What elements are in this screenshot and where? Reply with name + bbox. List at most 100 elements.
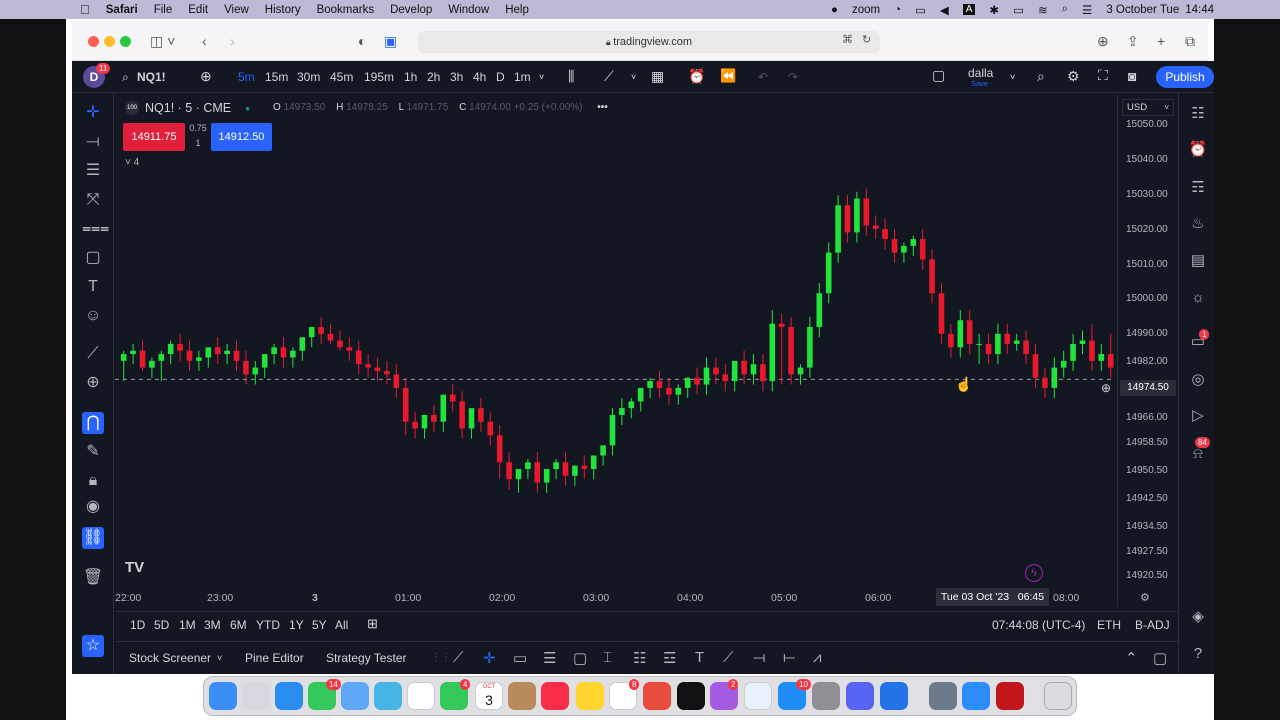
quick-search-icon[interactable]: ⌕ — [1037, 68, 1045, 85]
trash-icon[interactable] — [1044, 682, 1072, 710]
bluetooth-icon[interactable]: ✱ — [989, 3, 999, 17]
fib-retracement-icon[interactable]: ☰ — [82, 160, 104, 182]
draw-rectangle-icon[interactable]: ▢ — [573, 649, 587, 667]
range-1d[interactable]: 1D — [130, 618, 145, 632]
notes-icon[interactable] — [576, 682, 604, 710]
redo-icon[interactable]: ↷ — [788, 70, 798, 84]
control-center-icon[interactable]: ☰ — [1082, 3, 1092, 17]
time-axis[interactable]: 22:00 23:00 3 01:00 02:00 03:00 04:00 05… — [115, 588, 1178, 608]
range-5d[interactable]: 5D — [154, 618, 169, 632]
layout-name[interactable]: dalla — [968, 66, 993, 80]
wifi-icon[interactable]: ≋ — [1038, 3, 1048, 17]
draw-trend-line-icon[interactable]: ⟋ — [453, 649, 464, 666]
apple-tv-icon[interactable] — [677, 682, 705, 710]
price-axis[interactable]: USD ˅ 15050.00 15040.00 15030.00 15020.0… — [1117, 94, 1178, 607]
tab-strategy-tester[interactable]: Strategy Tester — [326, 651, 406, 665]
apple-icon[interactable]:  — [80, 2, 90, 17]
indicators-collapse[interactable]: ˅ 4 — [125, 157, 139, 168]
layout-dropdown-icon[interactable]: ˅ — [1010, 72, 1015, 82]
contacts-icon[interactable] — [508, 682, 536, 710]
calendar-icon[interactable]: ▤ — [1187, 250, 1209, 272]
share-icon[interactable]: ⇪ — [1127, 33, 1139, 50]
publish-button[interactable]: Publish — [1156, 66, 1214, 88]
system-settings-icon[interactable] — [812, 682, 840, 710]
collapse-panel-icon[interactable]: ⌃ — [1125, 649, 1138, 667]
tab-pine-editor[interactable]: Pine Editor — [245, 651, 304, 665]
emoji-icon[interactable]: ☺ — [82, 305, 104, 327]
buy-button[interactable]: 14912.50 — [211, 123, 272, 151]
interval-3h[interactable]: 3h — [450, 70, 463, 84]
screener-icon[interactable]: ▷ — [1187, 405, 1209, 427]
interval-d[interactable]: D — [496, 70, 505, 84]
battery-icon[interactable]: ▭ — [1013, 3, 1024, 17]
draw-channel-icon[interactable]: ☲ — [663, 649, 676, 667]
launchpad-icon[interactable] — [242, 682, 270, 710]
alert-icon[interactable]: ⏰ — [688, 68, 705, 85]
stock-screener-dropdown-icon[interactable]: ˅ — [217, 653, 222, 663]
trend-line-icon[interactable]: ⟞ — [82, 131, 104, 153]
draw-callout-icon[interactable]: ▭ — [513, 649, 527, 667]
tradingview-app-icon[interactable] — [880, 682, 908, 710]
interval-195m[interactable]: 195m — [364, 70, 394, 84]
stay-drawing-icon[interactable]: ✎ — [82, 441, 104, 463]
pattern-icon[interactable]: ⤧ — [82, 189, 104, 211]
record-icon[interactable]: ● — [831, 4, 838, 16]
candles-chart-type-icon[interactable]: ⫼ — [568, 68, 574, 85]
crosshair-icon[interactable]: ✛ — [82, 102, 104, 124]
minimize-window-button[interactable] — [104, 36, 115, 47]
maps-icon[interactable] — [374, 682, 402, 710]
forward-icon[interactable]: › — [230, 33, 235, 49]
reload-icon[interactable]: ↻ — [862, 33, 871, 46]
geometric-shapes-icon[interactable]: ▢ — [82, 247, 104, 269]
draw-fib-icon[interactable]: ☰ — [543, 649, 556, 667]
candlestick-plot[interactable] — [115, 94, 1117, 588]
extension-icon[interactable]: ▣ — [384, 33, 397, 50]
ideas-icon[interactable]: ☼ — [1187, 287, 1209, 309]
clock-display[interactable]: 07:44:08 (UTC-4) — [992, 618, 1085, 632]
draw-path-icon[interactable]: ⟋ — [723, 649, 734, 666]
maximize-panel-icon[interactable]: ▢ — [1153, 649, 1167, 667]
interval-1m[interactable]: 1m — [514, 70, 531, 84]
remove-drawings-icon[interactable]: 🗑︎ — [82, 567, 104, 589]
finder-icon[interactable] — [209, 682, 237, 710]
range-6m[interactable]: 6M — [230, 618, 247, 632]
powerpoint-icon[interactable] — [643, 682, 671, 710]
range-1m[interactable]: 1M — [179, 618, 196, 632]
menubar-date[interactable]: 3 October Tue — [1106, 4, 1179, 16]
symbol-search-button[interactable]: NQ1! — [137, 70, 166, 84]
new-tab-icon[interactable]: + — [1157, 33, 1165, 49]
currency-select[interactable]: USD ˅ — [1122, 99, 1174, 116]
keyboard-input-icon[interactable]: A — [962, 4, 976, 15]
range-all[interactable]: All — [335, 618, 348, 632]
indicators-dropdown-icon[interactable]: ˅ — [631, 72, 636, 82]
photos-icon[interactable] — [407, 682, 435, 710]
interval-1h[interactable]: 1h — [404, 70, 417, 84]
menu-window[interactable]: Window — [448, 4, 489, 16]
zoom-in-icon[interactable]: ⊕ — [82, 372, 104, 394]
favorites-icon[interactable]: ☆ — [82, 635, 104, 657]
add-price-alert-icon[interactable]: ⊕ — [1101, 381, 1111, 395]
more-icon[interactable]: ••• — [597, 102, 608, 113]
prediction-icon[interactable]: ⩶ — [82, 218, 109, 240]
mail-icon[interactable] — [341, 682, 369, 710]
zoom-app-icon[interactable] — [962, 682, 990, 710]
lightning-icon[interactable]: ϟ — [1025, 564, 1043, 582]
menu-edit[interactable]: Edit — [188, 4, 208, 16]
calendar-app-icon[interactable]: OCT 3 — [475, 682, 503, 710]
watchlist-icon[interactable]: ☷ — [1187, 103, 1209, 125]
data-window-icon[interactable]: ☶ — [1187, 177, 1209, 199]
draw-ray-icon[interactable]: ⟝ — [783, 649, 795, 666]
range-5y[interactable]: 5Y — [312, 618, 327, 632]
sync-drawings-icon[interactable]: ⛓ — [82, 527, 104, 549]
ruler-icon[interactable]: ⟋ — [82, 343, 104, 365]
settings-icon[interactable]: ⚙ — [1067, 68, 1080, 85]
interval-5m[interactable]: 5m — [238, 70, 255, 84]
volume-icon[interactable]: ◀ — [940, 3, 949, 17]
sell-button[interactable]: 14911.75 — [123, 123, 185, 151]
menu-history[interactable]: History — [265, 4, 301, 16]
interval-15m[interactable]: 15m — [265, 70, 288, 84]
templates-icon[interactable]: ▦ — [651, 68, 664, 85]
address-bar[interactable]: 🔒︎ tradingview.com — [418, 31, 880, 53]
drag-handle-icon[interactable]: ⋮⋮ — [431, 652, 451, 663]
text-tool-icon[interactable]: T — [82, 276, 104, 298]
